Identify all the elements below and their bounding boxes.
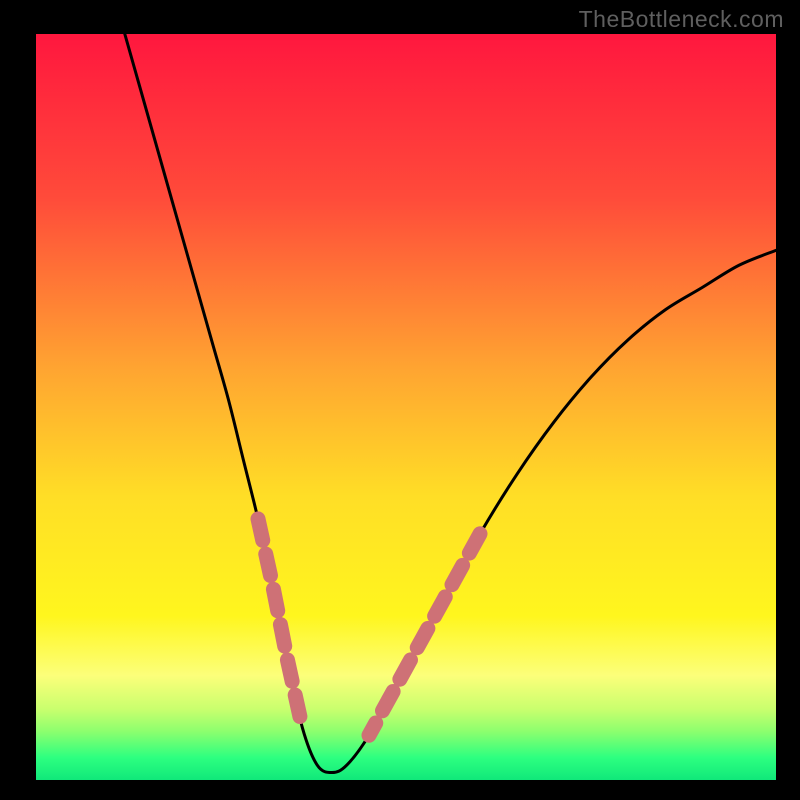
chart-svg [0,0,800,800]
chart-stage: TheBottleneck.com [0,0,800,800]
watermark-text: TheBottleneck.com [579,6,784,33]
